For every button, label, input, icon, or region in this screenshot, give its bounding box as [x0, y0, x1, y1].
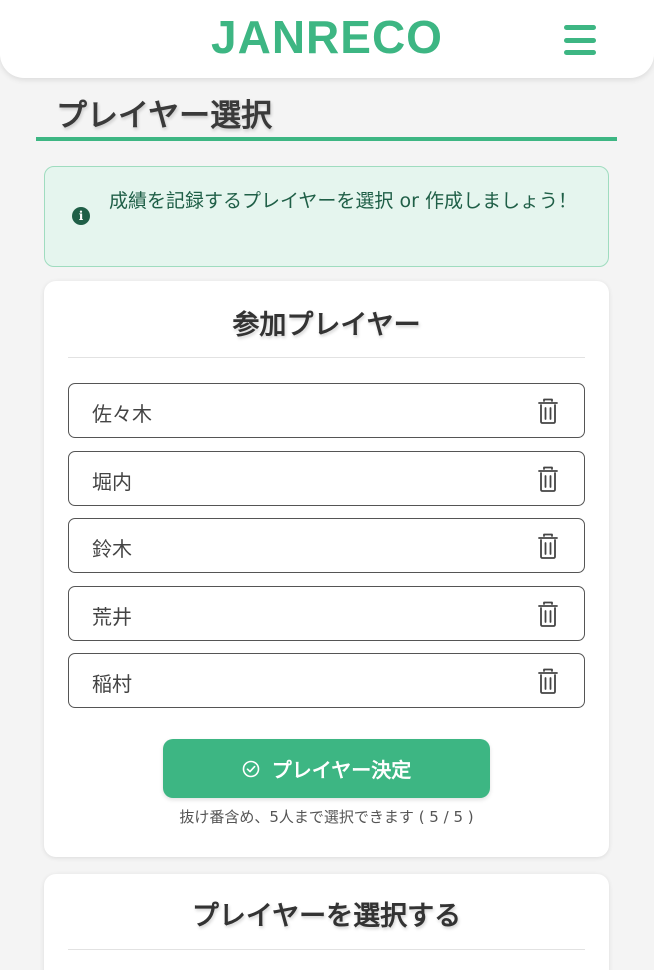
app-header: JANRECO [0, 0, 654, 78]
player-name: 佐々木 [92, 402, 152, 426]
hamburger-menu-icon[interactable] [564, 25, 596, 55]
player-name: 堀内 [92, 469, 132, 494]
info-icon: i [72, 207, 90, 225]
player-name: 鈴木 [92, 537, 132, 561]
title-underline [36, 137, 617, 141]
player-row: 稲村 [68, 653, 585, 708]
player-row: 荒井 [68, 585, 585, 641]
player-row: 鈴木 [68, 518, 585, 573]
info-message: 成績を記録するプレイヤーを選択 or 作成しましょう！ [109, 190, 577, 212]
trash-icon[interactable] [538, 601, 558, 627]
player-row: 堀内 [68, 450, 585, 506]
trash-icon[interactable] [538, 668, 558, 694]
participants-card: 参加プレイヤー 佐々木 堀内 鈴木 荒井 稲村 プレイヤー決定 抜け番含め、5人… [44, 281, 609, 857]
trash-icon[interactable] [538, 533, 558, 559]
trash-icon[interactable] [538, 398, 558, 424]
trash-icon[interactable] [538, 466, 558, 492]
divider [68, 949, 585, 950]
selection-count-note: 抜け番含め、5人まで選択できます ( 5 / 5 ) [179, 808, 474, 826]
divider [68, 357, 585, 358]
player-row: 佐々木 [68, 383, 585, 438]
page-title: プレイヤー選択 [56, 98, 273, 134]
player-name: 荒井 [92, 604, 132, 629]
confirm-button-label: プレイヤー決定 [271, 758, 412, 782]
player-list: 佐々木 堀内 鈴木 荒井 稲村 [68, 383, 585, 721]
confirm-players-button[interactable]: プレイヤー決定 [163, 739, 490, 798]
select-players-card: プレイヤーを選択する [44, 874, 609, 970]
player-name: 稲村 [92, 672, 132, 696]
select-players-title: プレイヤーを選択する [191, 901, 462, 932]
check-circle-icon [242, 760, 260, 777]
participants-title: 参加プレイヤー [232, 310, 421, 341]
app-logo[interactable]: JANRECO [0, 10, 654, 64]
info-alert: i 成績を記録するプレイヤーを選択 or 作成しましょう！ [44, 166, 609, 267]
